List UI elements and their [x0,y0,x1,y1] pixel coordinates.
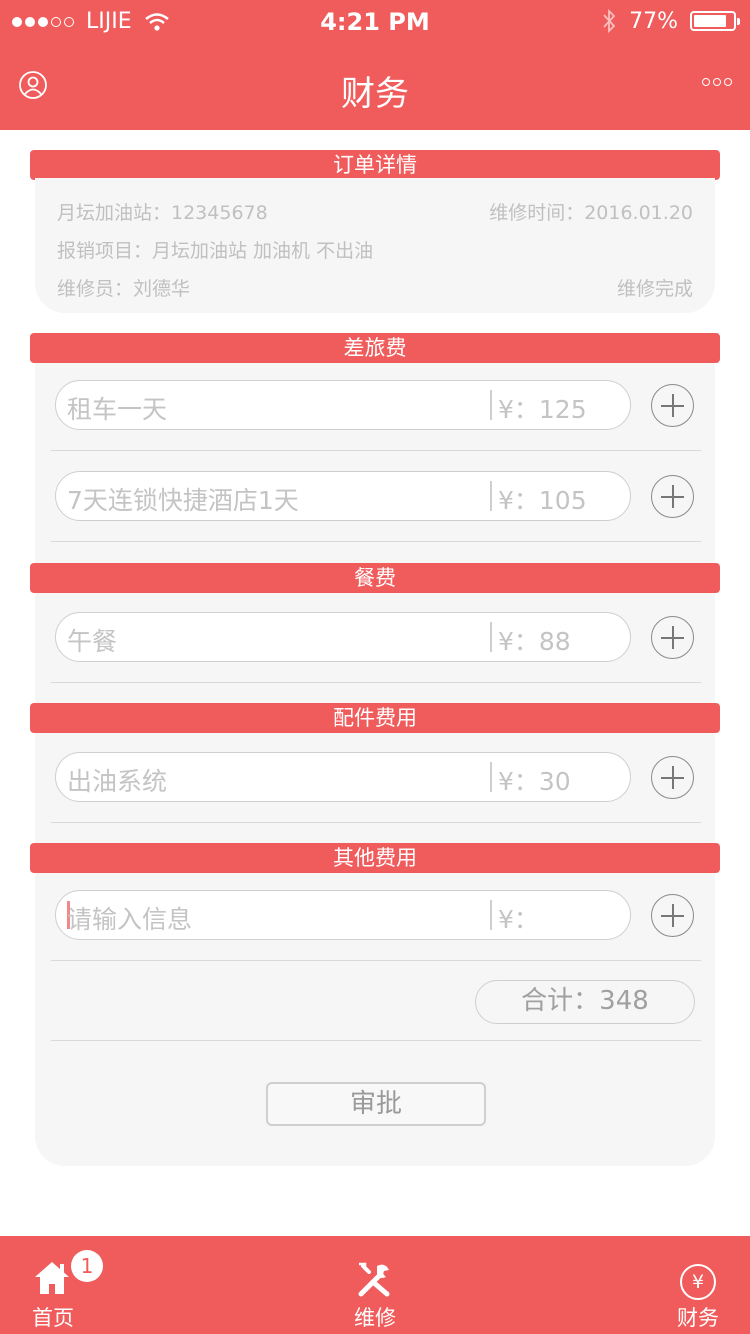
expense-panel: 租车一天 ¥：125 7天连锁快捷酒店1天 ¥：105 午餐 ¥：88 出油系统… [35,362,715,1166]
tab-finance[interactable]: ¥ 财务 [638,1236,750,1334]
repair-status-text: 维修完成 [616,278,693,300]
item-amount[interactable]: ¥：30 [498,762,571,798]
add-other-item-button[interactable] [651,894,694,937]
battery-icon [690,11,740,31]
order-details-header: 订单详情 [30,150,720,180]
item-amount[interactable]: ¥：105 [498,481,587,517]
item-desc[interactable]: 午餐 [67,622,117,658]
add-travel-item-2-button[interactable] [651,475,694,518]
divider [51,682,701,683]
add-parts-item-button[interactable] [651,756,694,799]
meal-expense-header: 餐费 [30,563,720,593]
item-separator [490,481,492,511]
battery-percent: 77% [629,8,678,34]
tab-repair[interactable]: 维修 [315,1236,435,1334]
add-meal-item-button[interactable] [651,616,694,659]
item-separator [490,390,492,420]
nav-bar: 财务 [0,44,750,130]
divider [51,960,701,961]
tab-bar: 1 首页 维修 ¥ 财务 [0,1236,750,1334]
order-details-card: 月坛加油站：12345678 维修时间：2016.01.20 报销项目：月坛加油… [35,178,715,313]
item-amount[interactable]: ¥：88 [498,622,571,658]
add-travel-item-1-button[interactable] [651,384,694,427]
order-row-3: 维修员：刘德华 维修完成 [57,274,693,301]
top-header: LIJIE 4:21 PM 77% 财务 [0,0,750,130]
tab-home-label: 首页 [32,1306,74,1330]
parts-expense-header: 配件费用 [30,703,720,733]
more-icon[interactable] [702,78,732,86]
yen-icon: ¥ [680,1264,716,1300]
notification-badge: 1 [71,1250,103,1282]
travel-expense-header: 差旅费 [30,333,720,363]
project-text: 报销项目：月坛加油站 加油机 不出油 [57,240,374,262]
technician-text: 维修员：刘德华 [57,278,191,300]
other-desc-placeholder[interactable]: 请输入信息 [67,900,192,936]
item-separator [490,762,492,792]
status-right: 77% [601,8,740,34]
parts-item-1[interactable]: 出油系统 ¥：30 [55,752,631,802]
tab-finance-label: 财务 [677,1306,719,1330]
tab-home[interactable]: 1 首页 [0,1236,113,1334]
travel-item-2[interactable]: 7天连锁快捷酒店1天 ¥：105 [55,471,631,521]
station-text: 月坛加油站：12345678 [57,202,268,224]
more-dot [713,78,721,86]
item-amount[interactable]: ¥：125 [498,390,587,426]
app-screen: LIJIE 4:21 PM 77% 财务 订单详情 月坛加油站：12345678… [0,0,750,1334]
repair-time-text: 维修时间：2016.01.20 [489,202,693,224]
more-dot [724,78,732,86]
other-item-input[interactable]: 请输入信息 ¥： [55,890,631,940]
item-desc[interactable]: 出油系统 [67,762,167,798]
travel-item-1[interactable]: 租车一天 ¥：125 [55,380,631,430]
divider [51,1040,701,1041]
item-desc[interactable]: 租车一天 [67,390,167,426]
bluetooth-icon [603,8,616,34]
tools-icon [358,1262,390,1297]
more-dot [702,78,710,86]
battery-fill [694,15,726,27]
other-amount-placeholder[interactable]: ¥： [498,900,539,936]
item-desc[interactable]: 7天连锁快捷酒店1天 [67,481,299,517]
page-title: 财务 [341,74,409,114]
home-icon [35,1262,69,1294]
order-row-1: 月坛加油站：12345678 维修时间：2016.01.20 [57,198,693,225]
other-expense-header: 其他费用 [30,843,720,873]
divider [51,822,701,823]
tab-repair-label: 维修 [354,1306,396,1330]
approve-button[interactable]: 审批 [266,1082,486,1126]
item-separator [490,622,492,652]
item-separator [490,900,492,930]
total-amount: 合计：348 [475,980,695,1024]
content-area: 订单详情 月坛加油站：12345678 维修时间：2016.01.20 报销项目… [0,130,750,1236]
divider [51,450,701,451]
divider [51,541,701,542]
meal-item-1[interactable]: 午餐 ¥：88 [55,612,631,662]
order-row-2: 报销项目：月坛加油站 加油机 不出油 [57,236,693,263]
status-bar: LIJIE 4:21 PM 77% [0,0,750,44]
